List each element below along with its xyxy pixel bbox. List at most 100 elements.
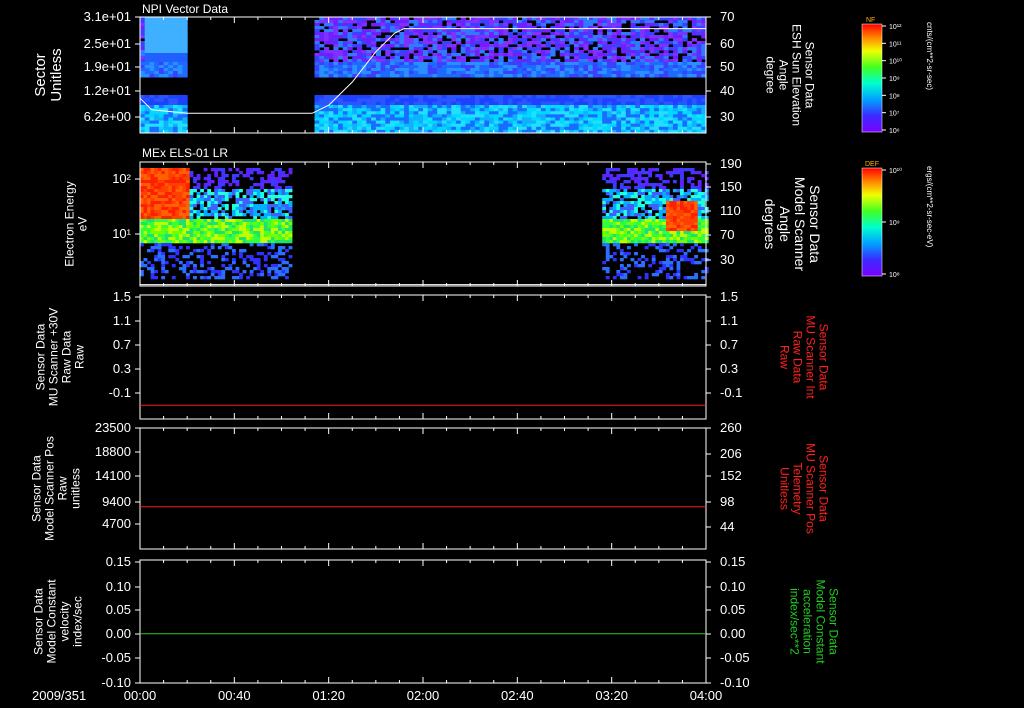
heatmap-cell — [456, 120, 462, 125]
heatmap-cell — [158, 35, 165, 39]
heatmap-cell — [536, 32, 542, 36]
heatmap-cell — [163, 117, 169, 122]
heatmap-cell — [338, 23, 344, 27]
heatmap-cell — [474, 105, 481, 109]
heatmap-cell — [246, 264, 250, 268]
heatmap-cell — [630, 108, 636, 112]
heatmap-cell — [270, 231, 275, 235]
heatmap-cell — [606, 114, 613, 118]
heatmap-cell — [697, 198, 702, 202]
heatmap-cell — [578, 44, 584, 48]
heatmap-cell — [619, 276, 624, 280]
heatmap-cell — [655, 174, 660, 178]
heatmap-cell — [149, 32, 155, 36]
heatmap-cell — [356, 117, 363, 122]
heatmap-cell — [493, 123, 499, 128]
heatmap-cell — [140, 68, 146, 72]
heatmap-cell — [182, 62, 188, 66]
heatmap-cell — [606, 68, 613, 72]
heatmap-cell — [427, 123, 433, 128]
heatmap-cell — [185, 198, 190, 202]
heatmap-cell — [144, 56, 150, 60]
heatmap-cell — [161, 228, 166, 232]
heatmap-cell — [630, 177, 635, 181]
heatmap-cell — [672, 216, 677, 220]
heatmap-cell — [385, 108, 391, 112]
heatmap-cell — [564, 71, 570, 75]
heatmap-cell — [690, 189, 695, 193]
heatmap-cell — [161, 186, 166, 190]
heatmap-cell — [385, 114, 391, 118]
heatmap-cell — [249, 234, 254, 238]
heatmap-cell — [235, 276, 240, 280]
heatmap-cell — [676, 225, 681, 229]
heatmap-cell — [394, 44, 400, 48]
heatmap-cell — [144, 108, 150, 112]
heatmap-cell — [437, 56, 443, 60]
heatmap-cell — [173, 50, 179, 54]
heatmap-cell — [389, 108, 396, 112]
heatmap-cell — [602, 95, 608, 99]
heatmap-cell — [484, 20, 490, 24]
axis-label-line: Sensor Data — [807, 185, 823, 263]
heatmap-cell — [564, 20, 570, 24]
heatmap-cell — [672, 41, 679, 45]
heatmap-cell — [389, 126, 396, 131]
heatmap-cell — [154, 201, 158, 205]
heatmap-cell — [231, 189, 236, 193]
heatmap-cell — [644, 17, 650, 21]
heatmap-cell — [451, 98, 457, 103]
heatmap-cell — [687, 105, 693, 109]
heatmap-cell — [649, 47, 655, 51]
heatmap-cell — [639, 17, 646, 21]
heatmap-cell — [609, 219, 614, 223]
heatmap-cell — [333, 71, 339, 75]
heatmap-cell — [460, 95, 466, 99]
heatmap-cell — [366, 126, 372, 131]
heatmap-cell — [150, 231, 155, 235]
heatmap-cell — [672, 59, 679, 63]
heatmap-cell — [182, 29, 188, 33]
heatmap-cell — [168, 44, 174, 48]
heatmap-cell — [540, 44, 547, 48]
heatmap-cell — [274, 240, 279, 244]
heatmap-cell — [512, 53, 518, 57]
heatmap-cell — [221, 198, 226, 202]
heatmap-cell — [185, 186, 190, 190]
heatmap-cell — [418, 23, 424, 27]
heatmap-cell — [651, 201, 656, 205]
heatmap-cell — [432, 44, 438, 48]
heatmap-cell — [164, 222, 169, 226]
heatmap-cell — [493, 59, 499, 63]
epoch-label: 2009/351 — [32, 688, 86, 703]
heatmap-cell — [536, 114, 542, 118]
heatmap-cell — [147, 267, 151, 271]
heatmap-cell — [163, 65, 169, 69]
heatmap-cell — [154, 225, 158, 229]
heatmap-cell — [352, 62, 358, 66]
heatmap-cell — [175, 183, 180, 187]
heatmap-cell — [281, 225, 286, 229]
heatmap-cell — [635, 53, 641, 57]
heatmap-cell — [323, 56, 330, 60]
heatmap-cell — [663, 101, 669, 106]
heatmap-cell — [680, 222, 684, 226]
heatmap-cell — [168, 171, 173, 175]
heatmap-cell — [680, 177, 684, 181]
heatmap-cell — [333, 74, 339, 78]
heatmap-cell — [682, 117, 688, 122]
heatmap-cell — [164, 183, 169, 187]
heatmap-cell — [260, 270, 265, 274]
heatmap-cell — [189, 204, 194, 208]
heatmap-cell — [672, 180, 677, 184]
heatmap-cell — [489, 111, 495, 115]
heatmap-cell — [498, 44, 504, 48]
heatmap-cell — [641, 225, 645, 229]
heatmap-cell — [328, 95, 334, 99]
heatmap-cell — [588, 95, 594, 99]
heatmap-cell — [217, 207, 222, 211]
heatmap-cell — [394, 105, 400, 109]
heatmap-cell — [214, 225, 219, 229]
heatmap-cell — [366, 120, 372, 125]
heatmap-cell — [437, 59, 443, 63]
